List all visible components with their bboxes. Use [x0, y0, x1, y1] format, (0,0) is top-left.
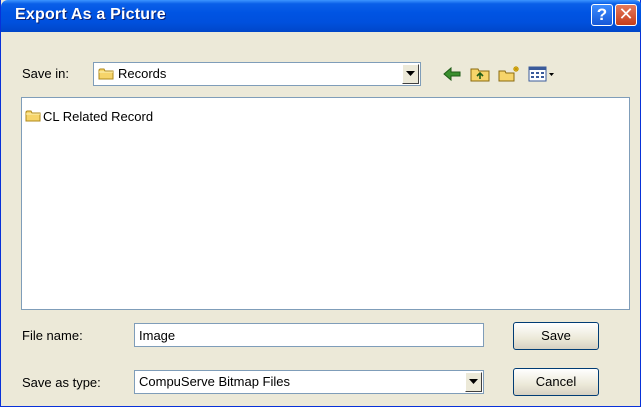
back-arrow-icon	[443, 66, 461, 82]
back-button[interactable]	[441, 64, 463, 84]
title-bar[interactable]: Export As a Picture ? ✕	[1, 0, 641, 32]
folder-icon	[25, 109, 41, 126]
save-in-label: Save in:	[22, 66, 69, 81]
file-list[interactable]: CL Related Record	[21, 97, 630, 310]
close-button[interactable]: ✕	[615, 4, 637, 26]
export-dialog: Export As a Picture ? ✕ Save in: Records	[0, 0, 641, 407]
save-as-type-value: CompuServe Bitmap Files	[139, 374, 290, 389]
save-as-type-dropdown[interactable]: CompuServe Bitmap Files	[134, 370, 484, 394]
save-as-type-dropdown-button[interactable]	[465, 372, 482, 392]
chevron-down-icon	[406, 71, 415, 76]
create-new-folder-button[interactable]	[497, 64, 519, 84]
chevron-down-icon	[469, 379, 478, 384]
up-one-level-icon	[470, 68, 490, 82]
up-one-level-button[interactable]	[469, 64, 491, 84]
close-icon: ✕	[618, 4, 634, 24]
file-item-label: CL Related Record	[43, 109, 154, 124]
file-name-field[interactable]	[134, 323, 484, 347]
view-menu-icon	[528, 66, 554, 82]
file-name-label: File name:	[22, 328, 83, 343]
question-mark-icon: ?	[596, 5, 608, 24]
dialog-title: Export As a Picture	[15, 6, 166, 23]
save-in-dropdown-button[interactable]	[402, 64, 419, 84]
folder-icon	[98, 67, 114, 84]
create-new-folder-icon	[498, 66, 519, 82]
save-button[interactable]: Save	[513, 322, 599, 350]
file-name-input[interactable]	[135, 324, 483, 346]
save-in-value: Records	[118, 66, 167, 81]
save-in-dropdown[interactable]: Records	[93, 62, 421, 86]
view-menu-button[interactable]	[527, 64, 557, 84]
save-as-type-label: Save as type:	[22, 375, 101, 390]
cancel-button[interactable]: Cancel	[513, 368, 599, 396]
help-button[interactable]: ?	[591, 4, 613, 26]
